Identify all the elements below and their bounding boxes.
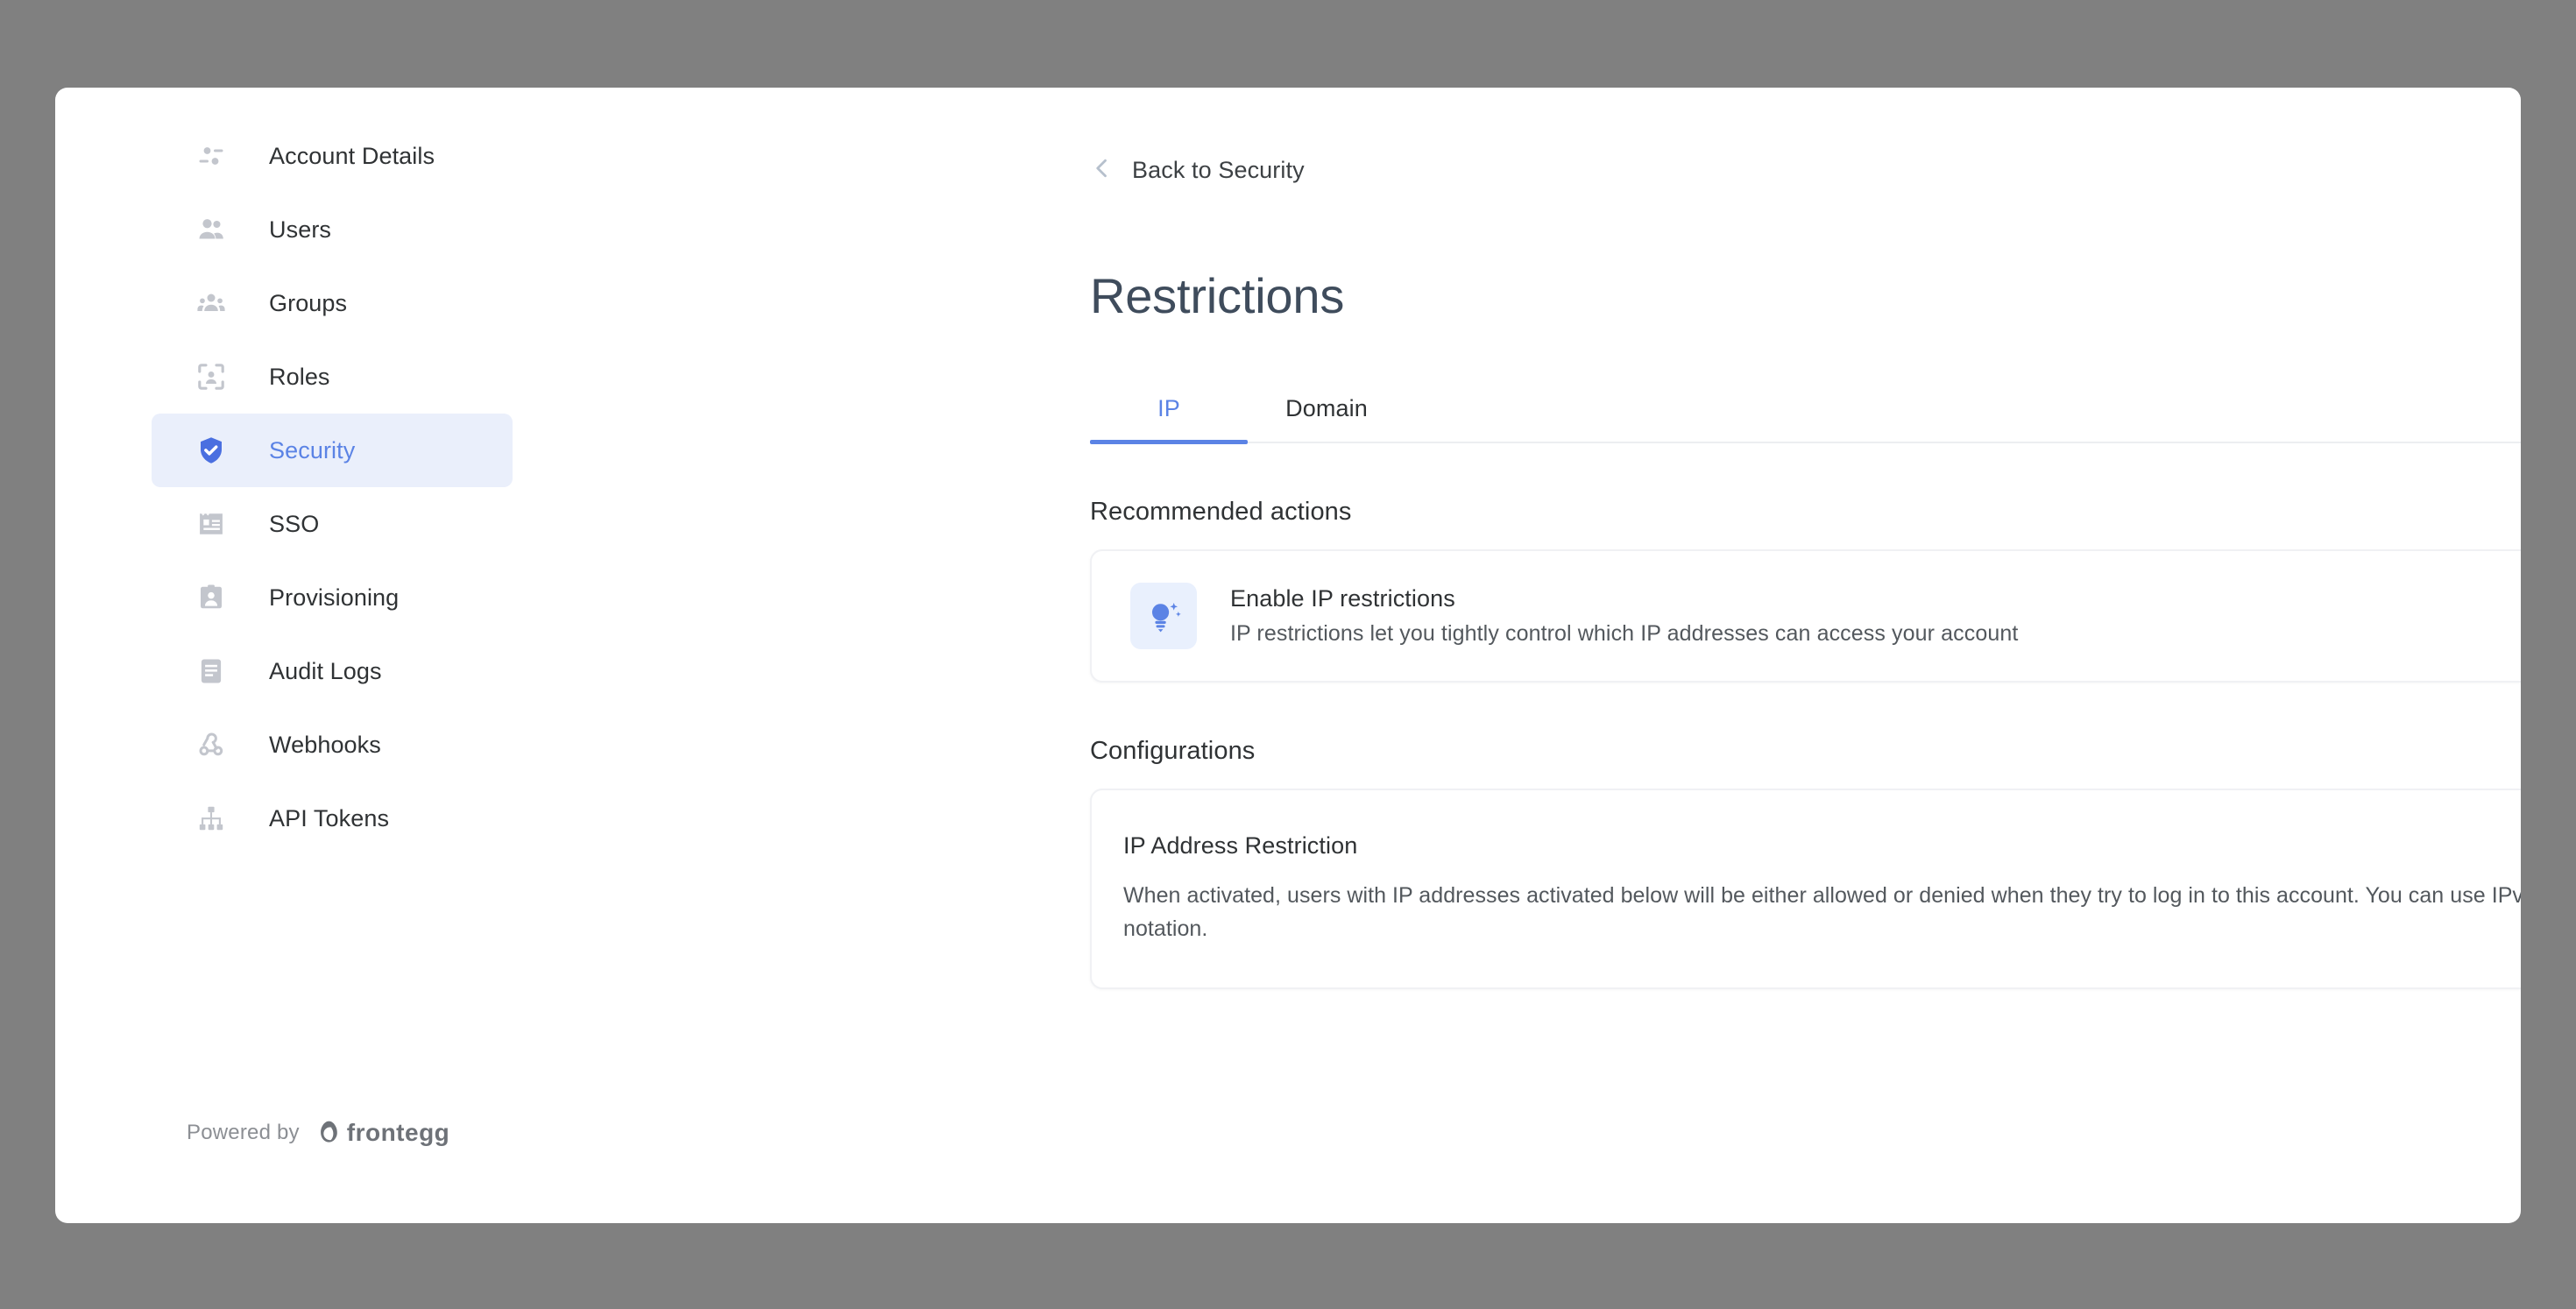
- frontegg-wordmark: frontegg: [346, 1119, 450, 1146]
- id-card-icon: [194, 506, 229, 541]
- sidebar-item-label: Provisioning: [269, 584, 400, 611]
- main-content: Back to Security Restrictions IP Domain …: [555, 88, 2521, 1223]
- groups-icon: [194, 286, 229, 321]
- webhook-icon: [194, 727, 229, 762]
- sitemap-icon: [194, 801, 229, 836]
- recommended-card-text: Enable IP restrictions IP restrictions l…: [1230, 585, 2018, 647]
- back-to-security-link[interactable]: Back to Security: [1090, 156, 1305, 185]
- sidebar: Account Details Users Groups Roles Secur…: [55, 88, 555, 1223]
- sliders-icon: [194, 138, 229, 173]
- users-icon: [194, 212, 229, 247]
- sidebar-item-account-details[interactable]: Account Details: [152, 119, 513, 193]
- restrictions-tabs: IP Domain: [1090, 370, 2521, 444]
- sidebar-item-sso[interactable]: SSO: [152, 487, 513, 561]
- sidebar-item-security[interactable]: Security: [152, 414, 513, 487]
- sidebar-item-users[interactable]: Users: [152, 193, 513, 266]
- frontegg-egg-icon: [320, 1121, 337, 1143]
- settings-modal: Account Details Users Groups Roles Secur…: [55, 88, 2521, 1223]
- recommended-card-title: Enable IP restrictions: [1230, 585, 1455, 612]
- sidebar-item-label: Account Details: [269, 142, 435, 169]
- sidebar-item-label: API Tokens: [269, 804, 390, 831]
- sidebar-item-label: Webhooks: [269, 731, 381, 758]
- frontegg-logo: frontegg: [314, 1118, 450, 1148]
- configuration-description: When activated, users with IP addresses …: [1123, 883, 2521, 941]
- powered-by-footer: Powered by frontegg: [187, 1118, 449, 1148]
- configurations-heading: Configurations: [1090, 737, 1256, 765]
- powered-by-label: Powered by: [187, 1121, 300, 1144]
- sidebar-item-api-tokens[interactable]: API Tokens: [152, 782, 513, 855]
- lightbulb-sparkle-icon: [1130, 583, 1197, 649]
- recommended-card-description: IP restrictions let you tightly control …: [1230, 621, 2019, 646]
- page-title: Restrictions: [1090, 268, 1345, 323]
- sidebar-item-webhooks[interactable]: Webhooks: [152, 708, 513, 782]
- shield-check-icon: [194, 433, 229, 468]
- roles-scan-person-icon: [194, 359, 229, 394]
- sidebar-item-label: SSO: [269, 510, 320, 537]
- sidebar-item-label: Security: [269, 436, 356, 463]
- chevron-left-icon: [1090, 156, 1115, 185]
- sidebar-item-label: Groups: [269, 289, 348, 316]
- configuration-text: IP Address Restriction When activated, u…: [1123, 832, 2521, 945]
- sidebar-item-provisioning[interactable]: Provisioning: [152, 561, 513, 634]
- configuration-title: IP Address Restriction: [1123, 832, 1358, 859]
- recommended-actions-heading: Recommended actions: [1090, 498, 1352, 526]
- sidebar-item-audit-logs[interactable]: Audit Logs: [152, 634, 513, 708]
- sidebar-item-label: Users: [269, 216, 332, 243]
- tab-ip[interactable]: IP: [1090, 395, 1248, 444]
- sidebar-item-label: Roles: [269, 363, 330, 390]
- document-lines-icon: [194, 654, 229, 689]
- contact-card-icon: [194, 580, 229, 615]
- tab-domain[interactable]: Domain: [1248, 395, 1405, 442]
- sidebar-item-label: Audit Logs: [269, 657, 382, 684]
- ip-address-restriction-card: IP Address Restriction When activated, u…: [1090, 789, 2521, 989]
- sidebar-item-groups[interactable]: Groups: [152, 266, 513, 340]
- enable-ip-restrictions-card[interactable]: Enable IP restrictions IP restrictions l…: [1090, 549, 2521, 683]
- back-link-label: Back to Security: [1132, 157, 1305, 183]
- sidebar-item-roles[interactable]: Roles: [152, 340, 513, 414]
